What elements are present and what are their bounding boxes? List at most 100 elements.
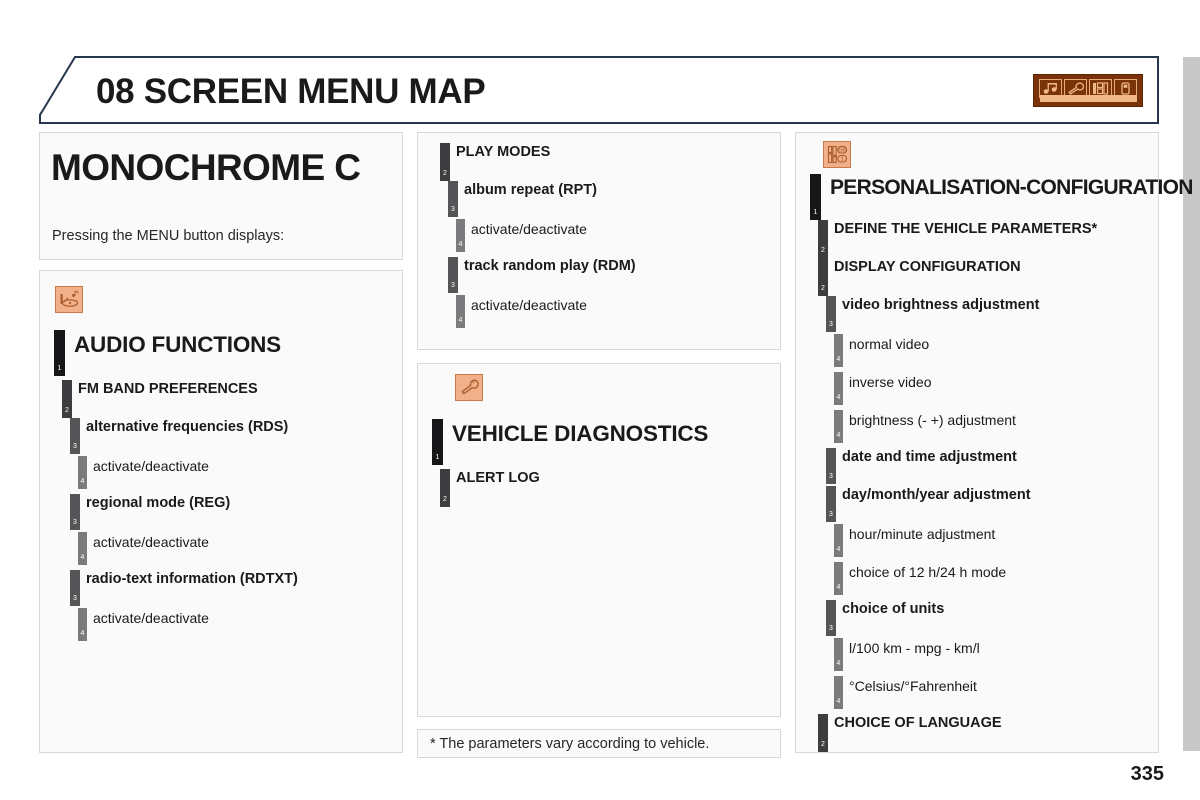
menu-item-label: track random play (RDM) [464,258,636,274]
level-marker-number: 4 [458,317,463,324]
level-marker-number: 4 [836,698,841,705]
level-marker-number: 2 [821,285,825,292]
menu-item-label: DEFINE THE VEHICLE PARAMETERS* [834,221,1098,237]
menu-item-label: choice of 12 h/24 h mode [849,564,1007,580]
audio-functions-panel: 1 AUDIO FUNCTIONS 2 FM BAND PREFERENCES 3 alt… [39,270,403,753]
level-marker-2: 2 [440,469,450,507]
monochrome-subtitle: Pressing the MENU button displays: [52,228,285,244]
play-modes-panel: 2 PLAY MODES 3 album repeat (RPT) 4 activate/… [417,132,781,350]
menu-item-label: ALERT LOG [456,470,540,486]
svg-text:GB: GB [838,148,846,154]
footnote-text: * The parameters vary according to vehic… [430,735,710,752]
level-marker-number: 3 [829,511,833,518]
level-marker-number: 4 [80,478,85,485]
menu-item-label: l/100 km - mpg - km/l [849,640,980,656]
level-marker-4: 4 [834,524,843,557]
menu-item-label: AUDIO FUNCTIONS [74,332,281,357]
configuration-icon: GB 1 [827,145,847,164]
phone-icon [1121,82,1130,95]
level-marker-4: 4 [834,334,843,367]
level-marker-number: 4 [836,660,841,667]
level-marker-number: 1 [435,454,440,461]
level-marker-number: 3 [73,595,77,602]
level-marker-number: 2 [443,496,447,503]
level-marker-3: 3 [826,486,836,522]
level-marker-number: 4 [80,554,85,561]
level-marker-number: 3 [451,206,455,213]
svg-text:1: 1 [840,157,843,163]
header-pictogram-strip [1033,74,1143,107]
menu-item-label: activate/deactivate [471,297,587,313]
menu-item-label: °Celsius/°Fahrenheit [849,678,977,694]
level-marker-2: 2 [62,380,72,418]
menu-item-label: day/month/year adjustment [842,487,1031,503]
menu-item-label: VEHICLE DIAGNOSTICS [452,421,709,446]
menu-item-label: video brightness adjustment [842,297,1040,313]
audio-icon [55,286,83,313]
level-marker-number: 4 [458,241,463,248]
level-marker-4: 4 [834,676,843,709]
level-marker-number: 3 [451,282,455,289]
level-marker-number: 2 [65,407,69,414]
level-marker-number: 4 [836,432,841,439]
vehicle-diagnostics-panel: 1 VEHICLE DIAGNOSTICS 2 ALERT LOG [417,363,781,717]
level-marker-number: 3 [73,443,77,450]
menu-item-label: alternative frequencies (RDS) [86,419,289,435]
level-marker-1: 1 [432,419,443,465]
menu-item-label: PLAY MODES [456,144,551,160]
level-marker-4: 4 [78,608,87,641]
footnote-panel: * The parameters vary according to vehic… [417,729,781,758]
menu-item-label: inverse video [849,374,932,390]
level-marker-4: 4 [834,638,843,671]
level-marker-number: 3 [829,321,833,328]
level-marker-number: 1 [57,365,62,372]
level-marker-4: 4 [834,562,843,595]
level-marker-4: 4 [78,532,87,565]
level-marker-4: 4 [456,295,465,328]
menu-item-label: DISPLAY CONFIGURATION [834,259,1021,275]
wrench-icon [455,374,483,401]
level-marker-number: 3 [829,625,833,632]
audio-turntable-icon [60,290,78,307]
menu-item-label: activate/deactivate [93,610,209,626]
level-marker-3: 3 [826,448,836,484]
menu-item-label: radio-text information (RDTXT) [86,571,298,587]
personalisation-panel: GB 1 1 PERSONALISATION-CONFIGURATION 2 DEFI… [795,132,1193,753]
level-marker-2: 2 [818,714,828,752]
monochrome-panel: MONOCHROME C Pressing the MENU button di… [39,132,403,260]
level-marker-2: 2 [818,258,828,296]
music-note-icon [1043,83,1057,94]
level-marker-number: 4 [836,394,841,401]
level-marker-number: 2 [821,741,825,748]
level-marker-number: 3 [73,519,77,526]
level-marker-number: 1 [813,209,818,216]
level-marker-3: 3 [70,494,80,530]
level-marker-3: 3 [826,600,836,636]
level-marker-number: 2 [443,170,447,177]
level-marker-number: 4 [836,584,841,591]
dashboard-icon [1093,82,1109,95]
menu-item-label: album repeat (RPT) [464,182,597,198]
settings-sliders-icon: GB 1 [823,141,851,168]
level-marker-2: 2 [818,220,828,258]
level-marker-3: 3 [70,570,80,606]
level-marker-4: 4 [834,372,843,405]
menu-item-label: choice of units [842,601,945,617]
menu-item-label: activate/deactivate [471,221,587,237]
wrench-icon [1068,82,1084,95]
level-marker-number: 4 [836,546,841,553]
level-marker-number: 3 [829,473,833,480]
level-marker-1: 1 [810,174,821,220]
level-marker-4: 4 [78,456,87,489]
page-edge-strip [1183,57,1200,751]
level-marker-3: 3 [448,257,458,293]
level-marker-3: 3 [826,296,836,332]
menu-item-label: brightness (- +) adjustment [849,412,1016,428]
level-marker-number: 4 [836,356,841,363]
level-marker-1: 1 [54,330,65,376]
level-marker-3: 3 [70,418,80,454]
wrench-tool-icon [460,379,479,395]
menu-item-label: activate/deactivate [93,458,209,474]
header-pictogram-base [1040,95,1137,102]
menu-item-label: hour/minute adjustment [849,526,996,542]
